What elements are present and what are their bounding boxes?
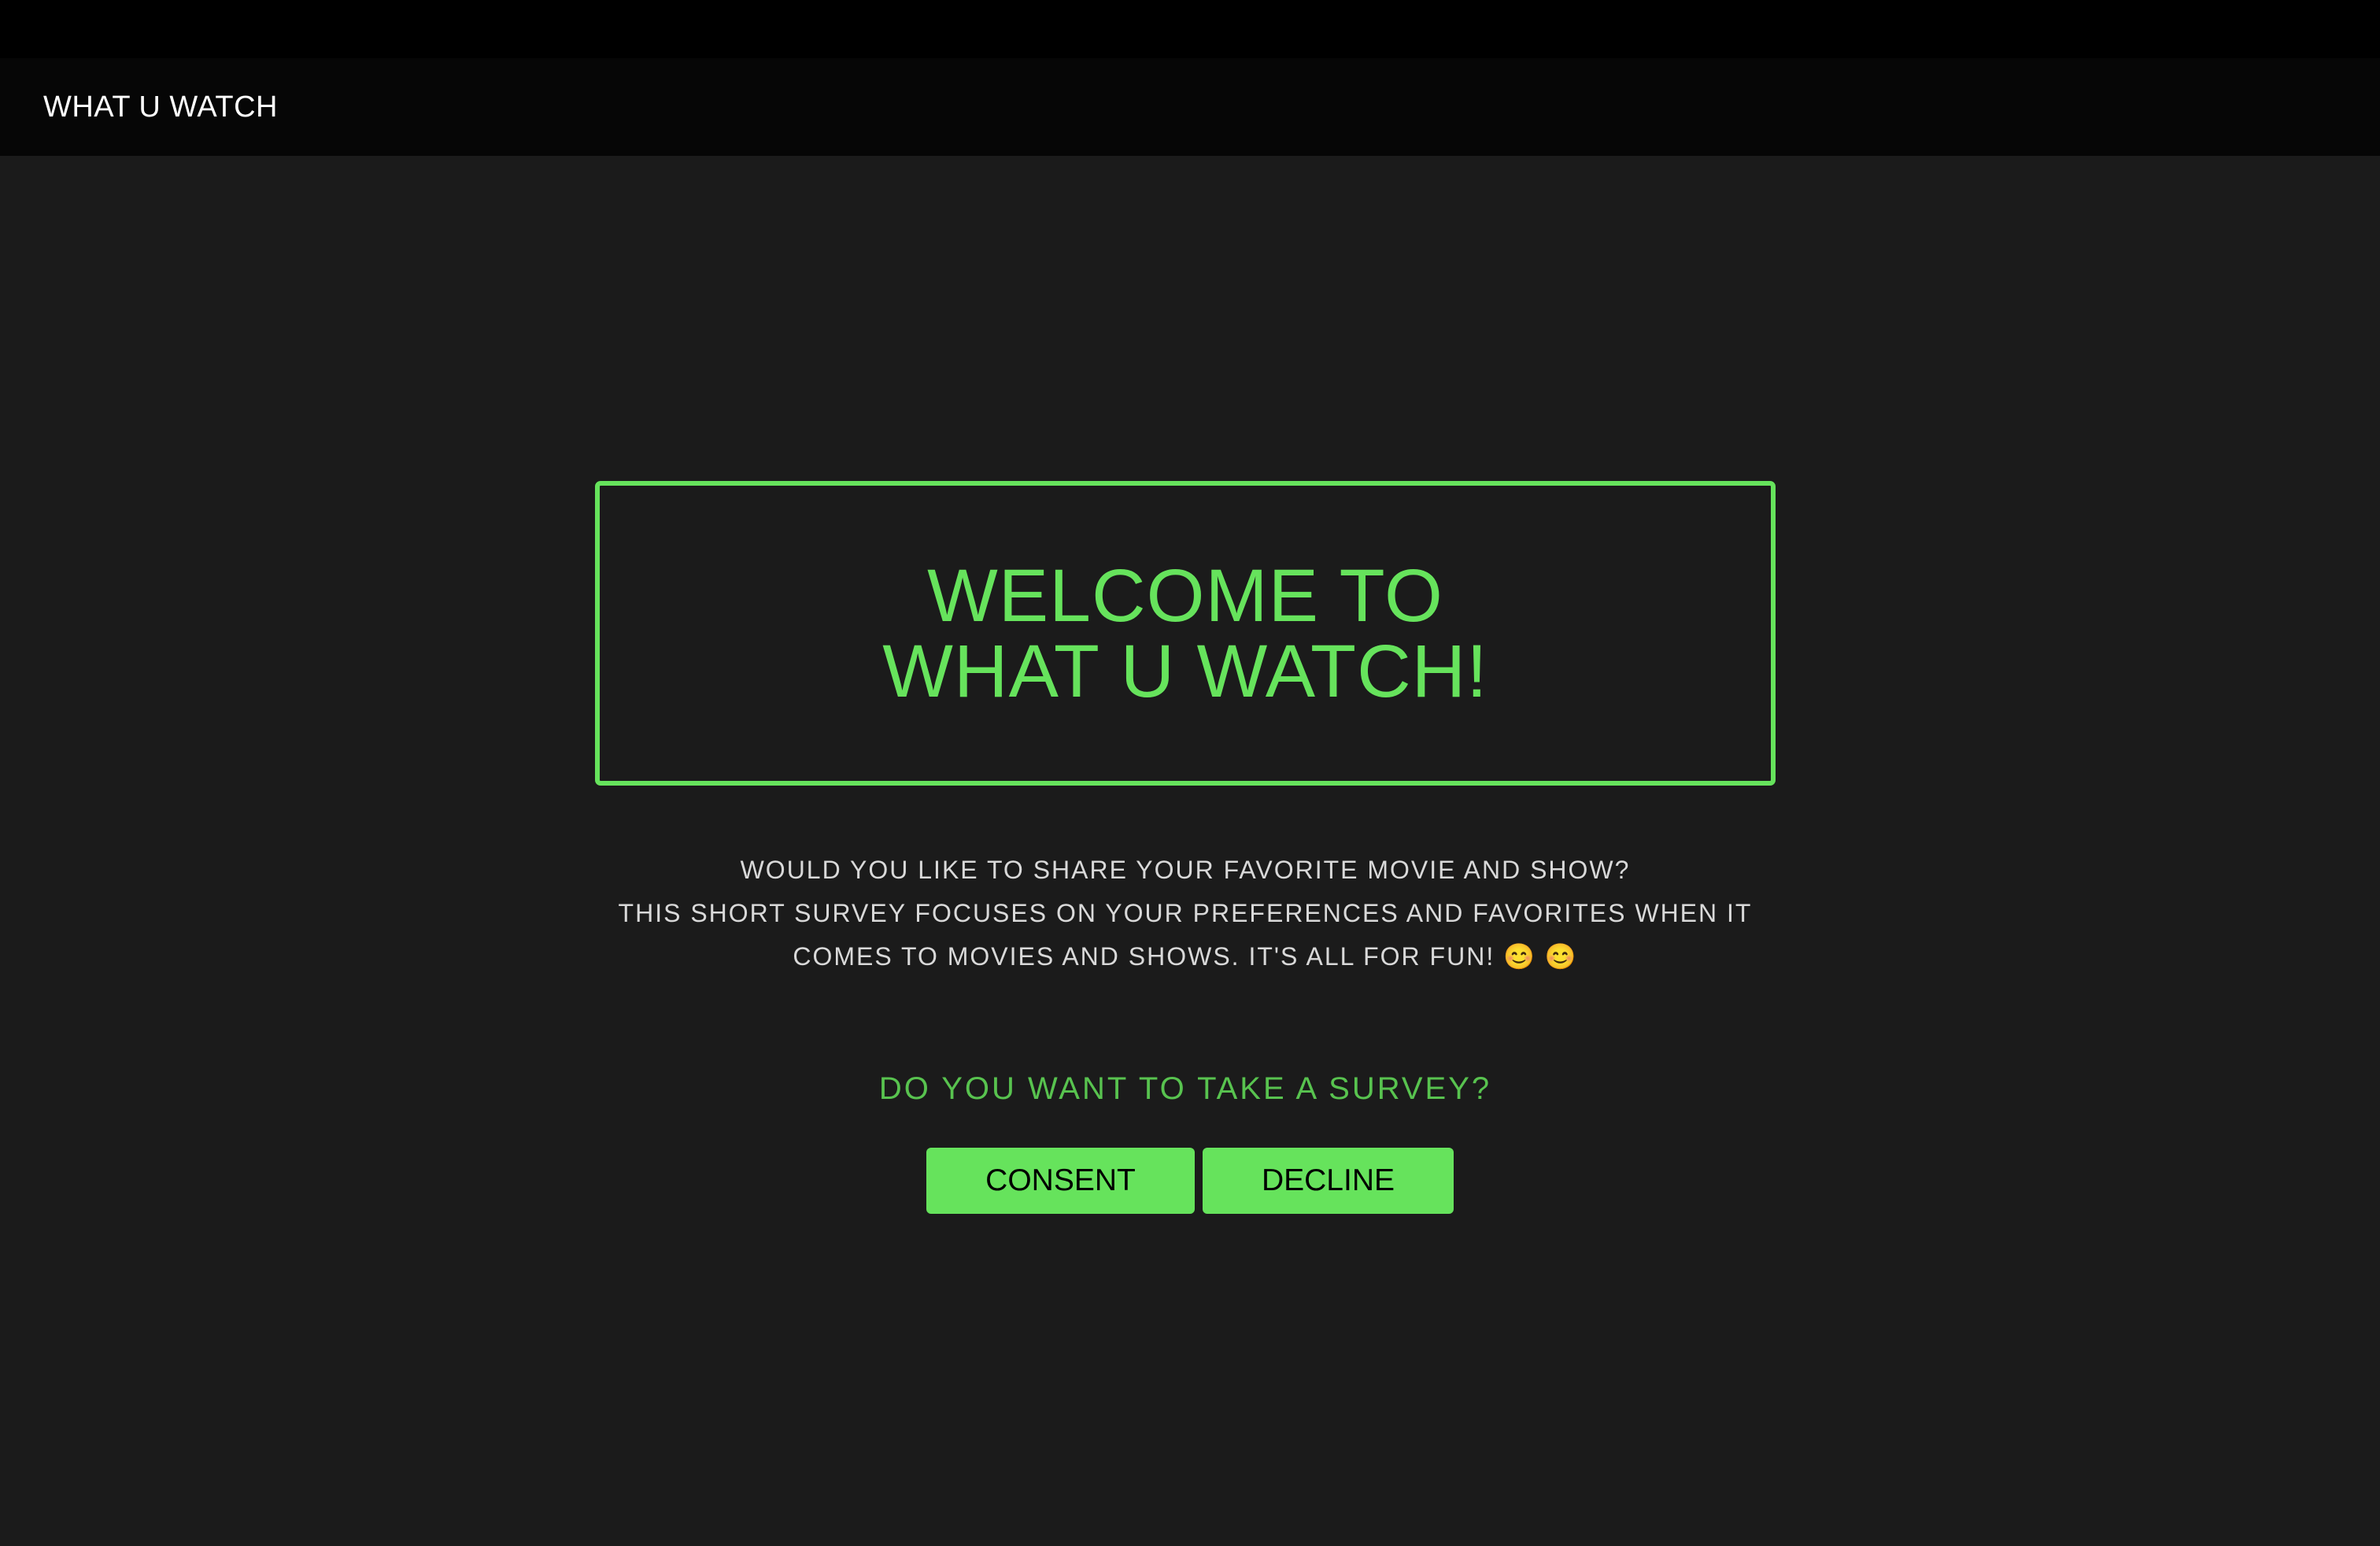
- welcome-title-line-2: WHAT U WATCH!: [882, 629, 1488, 713]
- main-content: WELCOME TO WHAT U WATCH! WOULD YOU LIKE …: [0, 156, 2380, 1546]
- intro-line-1: WOULD YOU LIKE TO SHARE YOUR FAVORITE MO…: [740, 856, 1631, 884]
- welcome-banner: WELCOME TO WHAT U WATCH!: [595, 481, 1776, 786]
- decline-button[interactable]: DECLINE: [1203, 1148, 1454, 1214]
- welcome-title-line-1: WELCOME TO: [927, 553, 1443, 638]
- intro-text: WOULD YOU LIKE TO SHARE YOUR FAVORITE MO…: [595, 849, 1776, 978]
- survey-button-row: CONSENT DECLINE: [926, 1148, 1454, 1214]
- brand-link[interactable]: WHAT U WATCH: [43, 91, 278, 124]
- intro-line-3: COMES TO MOVIES AND SHOWS. IT'S ALL FOR …: [793, 942, 1578, 971]
- intro-line-2: THIS SHORT SURVEY FOCUSES ON YOUR PREFER…: [618, 899, 1753, 927]
- navbar: WHAT U WATCH: [0, 58, 2380, 156]
- consent-button[interactable]: CONSENT: [926, 1148, 1195, 1214]
- survey-question: DO YOU WANT TO TAKE A SURVEY?: [878, 1071, 1492, 1106]
- window-top-strip: [0, 0, 2380, 58]
